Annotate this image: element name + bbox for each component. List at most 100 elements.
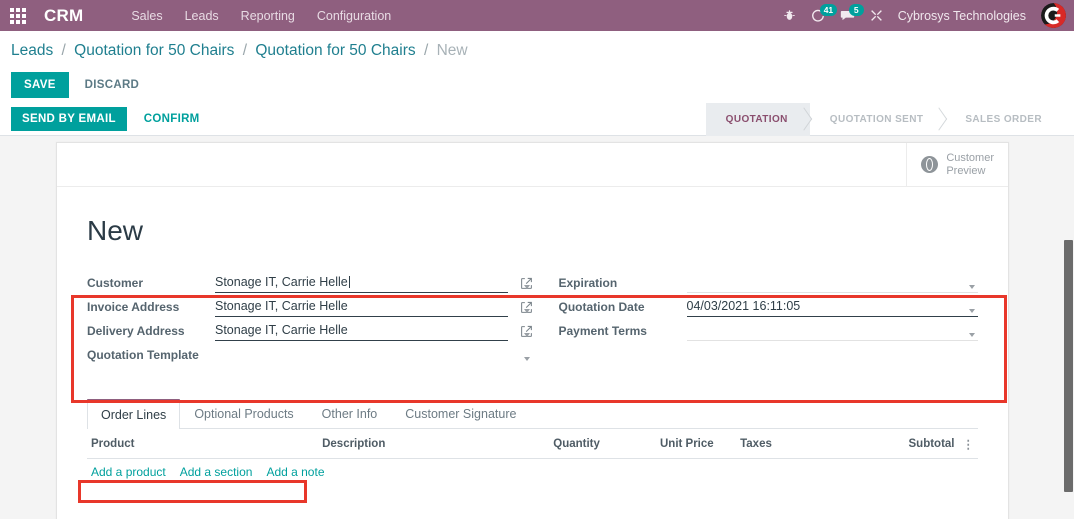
tab-optional-products[interactable]: Optional Products [180,399,307,429]
sheet-body: New Customer Stonage IT, Carrie Helle In… [57,187,1008,503]
field-payment-terms [686,323,978,341]
customer-preview-line1: Customer [946,151,994,164]
label-quotation-date: Quotation Date [558,300,645,314]
chevron-down-icon[interactable] [523,357,530,361]
status-bar: SEND BY EMAIL CONFIRM QUOTATION QUOTATIO… [0,102,1074,136]
avatar[interactable] [1041,3,1066,28]
customer-preview-button[interactable]: Customer Preview [906,143,1008,186]
quotation-date-input[interactable]: 04/03/2021 16:11:05 [686,299,978,317]
tab-order-lines[interactable]: Order Lines [87,399,181,429]
column-description[interactable]: Description [318,429,550,459]
payment-terms-input[interactable] [686,323,978,341]
column-taxes[interactable]: Taxes [736,429,861,459]
add-a-product-link[interactable]: Add a product [91,465,166,479]
main-menu: Sales Leads Reporting Configuration [131,9,391,23]
field-delivery-address: Stonage IT, Carrie Helle [215,323,533,341]
add-line-row: Add a product Add a section Add a note [87,459,978,486]
expiration-input[interactable] [686,275,978,293]
order-lines-body: Add a product Add a section Add a note [87,459,978,486]
delivery-address-input[interactable]: Stonage IT, Carrie Helle [215,323,508,341]
text-cursor [348,276,350,288]
field-row-payment-terms: Payment Terms [558,317,978,341]
chevron-down-icon[interactable] [969,333,975,337]
field-row-delivery-address: Delivery Address Stonage IT, Carrie Hell… [87,317,533,341]
label-expiration: Expiration [558,276,618,290]
top-navbar: CRM Sales Leads Reporting Configuration [0,0,1074,31]
breadcrumb-separator: / [423,42,429,59]
navbar-systray: 41 5 Cybrosys Technologies [783,3,1074,28]
customer-input[interactable]: Stonage IT, Carrie Helle [215,275,508,293]
apps-grid-icon[interactable] [10,7,26,24]
app-brand-title[interactable]: CRM [44,6,83,26]
add-a-note-link[interactable]: Add a note [266,465,324,479]
save-button[interactable]: SAVE [11,72,69,98]
column-subtotal[interactable]: Subtotal [860,429,959,459]
form-content-area: Customer Preview New Customer Stonage IT… [0,136,1074,519]
tools-icon[interactable] [870,9,883,22]
column-product[interactable]: Product [87,429,319,459]
bug-icon[interactable] [783,9,796,22]
breadcrumb-item-quotation-2[interactable]: Quotation for 50 Chairs [255,42,415,59]
chevron-down-icon[interactable] [523,309,530,313]
add-line-links: Add a product Add a section Add a note [91,465,974,479]
breadcrumb-item-new: New [436,42,468,59]
vertical-scrollbar[interactable] [1064,240,1073,492]
menu-item-sales[interactable]: Sales [131,9,162,23]
send-by-email-button[interactable]: SEND BY EMAIL [11,107,127,131]
field-row-customer: Customer Stonage IT, Carrie Helle [87,269,533,293]
order-lines-table: Product Description Quantity Unit Price … [87,429,978,485]
label-payment-terms: Payment Terms [558,324,647,338]
customer-preview-label: Customer Preview [946,152,994,178]
chevron-down-icon[interactable] [523,333,530,337]
menu-item-configuration[interactable]: Configuration [317,9,391,23]
label-quotation-template: Quotation Template [87,348,199,362]
form-fields-grid: Customer Stonage IT, Carrie Helle Invoic… [83,269,982,365]
invoice-address-input[interactable]: Stonage IT, Carrie Helle [215,299,508,317]
record-actions: SAVE DISCARD [11,72,143,98]
optional-columns-icon[interactable]: ⋮ [958,429,978,459]
stage-quotation-sent[interactable]: QUOTATION SENT [810,103,946,136]
label-invoice-address: Invoice Address [87,300,180,314]
column-unit-price[interactable]: Unit Price [655,429,737,459]
field-row-quotation-template: Quotation Template [87,341,533,365]
order-lines-head: Product Description Quantity Unit Price … [87,429,978,459]
stage-quotation[interactable]: QUOTATION [705,102,810,136]
activity-clock-icon[interactable]: 41 [811,3,838,23]
breadcrumb-separator: / [242,42,248,59]
field-expiration [686,275,978,293]
form-column-right: Expiration Quotation Date 04/03/2021 16:… [533,269,978,365]
control-panel: Leads / Quotation for 50 Chairs / Quotat… [0,31,1074,103]
stage-sales-order[interactable]: SALES ORDER [945,103,1064,136]
menu-item-leads[interactable]: Leads [185,9,219,23]
table-header-row: Product Description Quantity Unit Price … [87,429,978,459]
tab-other-info[interactable]: Other Info [308,399,392,429]
page-title: New [87,215,144,246]
discard-button[interactable]: DISCARD [81,72,144,98]
form-sheet: Customer Preview New Customer Stonage IT… [56,142,1009,519]
chevron-down-icon[interactable] [969,309,975,313]
status-pipeline: QUOTATION QUOTATION SENT SALES ORDER [705,102,1074,136]
field-row-quotation-date: Quotation Date 04/03/2021 16:11:05 [558,293,978,317]
chevron-down-icon[interactable] [969,285,975,289]
notebook: Order Lines Optional Products Other Info… [78,399,982,503]
menu-item-reporting[interactable]: Reporting [241,9,295,23]
sheet-wrapper: Customer Preview New Customer Stonage IT… [56,142,1009,519]
odoo-crm-window: CRM Sales Leads Reporting Configuration [0,0,1074,519]
messages-icon[interactable]: 5 [840,3,864,23]
user-menu-name[interactable]: Cybrosys Technologies [898,9,1026,23]
add-a-section-link[interactable]: Add a section [180,465,253,479]
breadcrumb-item-leads[interactable]: Leads [11,42,53,59]
tab-customer-signature[interactable]: Customer Signature [391,399,530,429]
chevron-down-icon[interactable] [523,285,530,289]
breadcrumb-item-quotation-1[interactable]: Quotation for 50 Chairs [74,42,234,59]
statusbar-actions: SEND BY EMAIL CONFIRM [0,107,206,131]
confirm-button[interactable]: CONFIRM [138,107,206,131]
notebook-tabs: Order Lines Optional Products Other Info… [87,399,978,429]
breadcrumb: Leads / Quotation for 50 Chairs / Quotat… [11,42,468,60]
form-column-left: Customer Stonage IT, Carrie Helle Invoic… [87,269,533,365]
field-quotation-template [215,347,533,365]
activity-count-badge: 41 [819,3,838,16]
column-quantity[interactable]: Quantity [549,429,656,459]
field-customer: Stonage IT, Carrie Helle [215,275,533,293]
quotation-template-input[interactable] [215,347,508,365]
